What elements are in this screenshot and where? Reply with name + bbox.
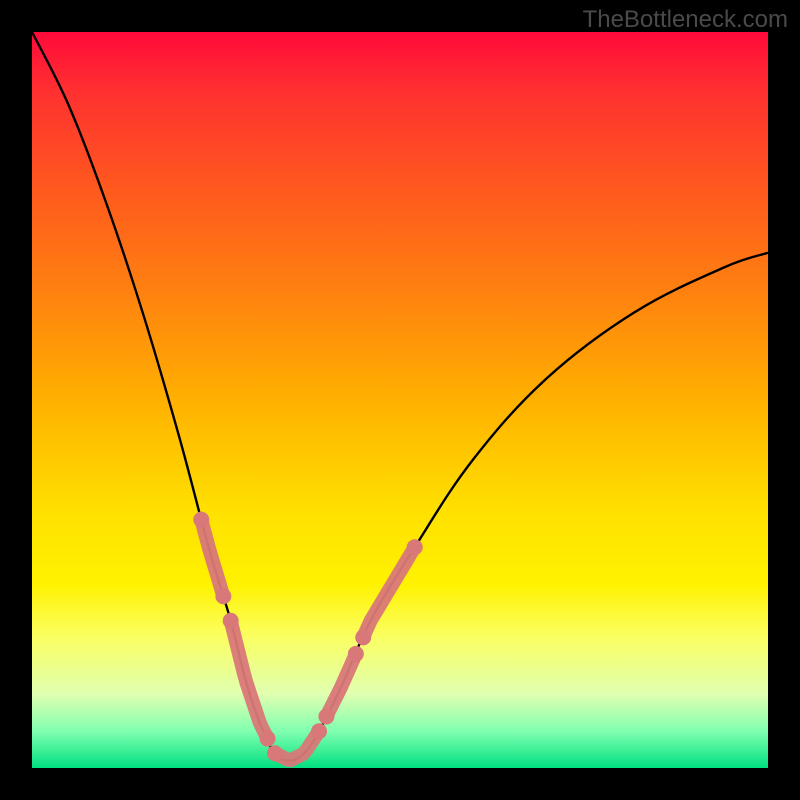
marker-dot [355, 629, 371, 645]
marker-dot [267, 745, 283, 761]
marker-dot [223, 613, 239, 629]
marker-segment [231, 621, 268, 739]
marker-segment [201, 520, 223, 597]
watermark-text: TheBottleneck.com [583, 6, 788, 34]
marker-dot [193, 512, 209, 528]
marker-dot [318, 708, 334, 724]
marker-dot [260, 731, 276, 747]
bottleneck-curve [32, 32, 768, 761]
chart-plot-area [32, 32, 768, 768]
marker-dot [407, 539, 423, 555]
marker-dot [311, 723, 327, 739]
marker-dot [348, 646, 364, 662]
marker-segment [363, 547, 415, 637]
bottleneck-curve-svg [32, 32, 768, 768]
marker-dot [215, 588, 231, 604]
marker-segment [326, 654, 355, 717]
